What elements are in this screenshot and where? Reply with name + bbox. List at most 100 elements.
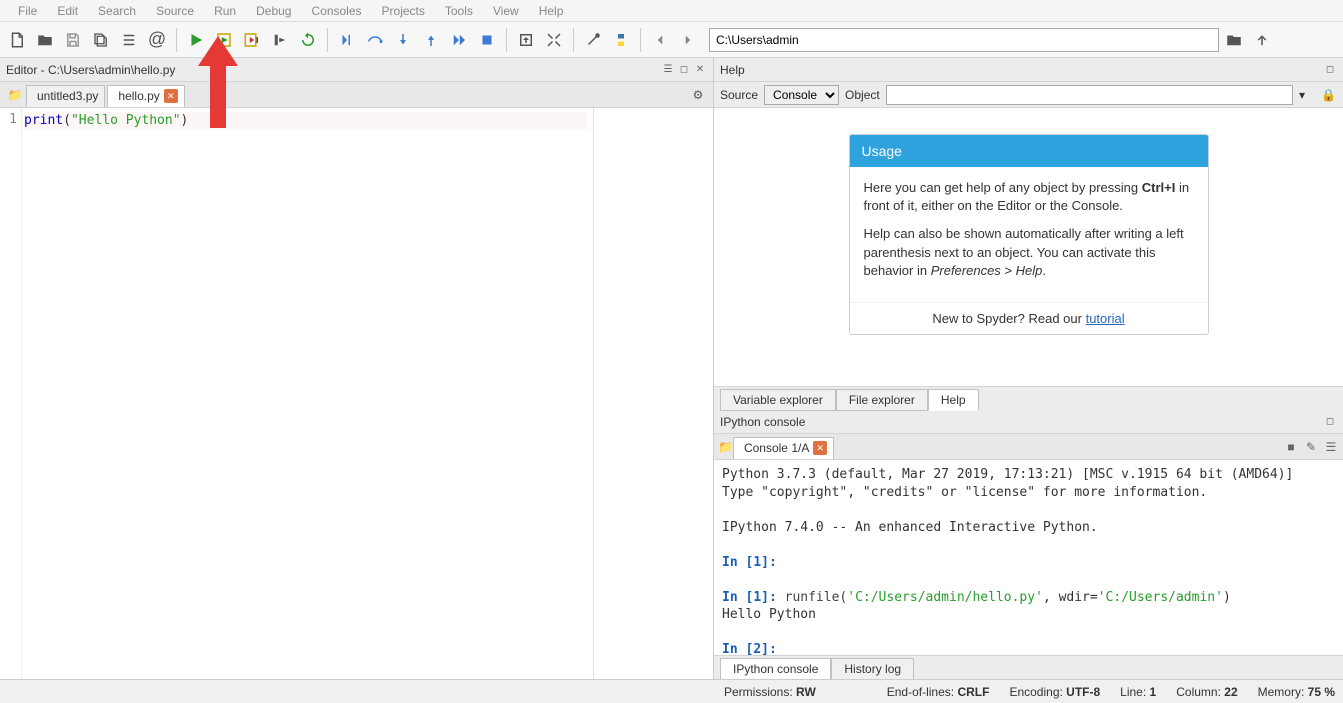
tab-file-explorer[interactable]: File explorer (836, 389, 928, 411)
debug-step-icon[interactable] (334, 27, 360, 53)
source-select[interactable]: Console (764, 85, 839, 105)
tab-history-log[interactable]: History log (831, 658, 914, 680)
status-line: Line: 1 (1120, 685, 1156, 699)
editor-tab-hello[interactable]: hello.py ✕ (107, 85, 184, 107)
help-text-2: Help can also be shown automatically aft… (864, 225, 1194, 280)
toolbar-separator (640, 28, 641, 52)
toolbar-separator (327, 28, 328, 52)
run-cell-advance-icon[interactable] (239, 27, 265, 53)
help-card-title: Usage (850, 135, 1208, 167)
debug-step-in-icon[interactable] (390, 27, 416, 53)
console-options-icon[interactable]: ☰ (1323, 439, 1339, 455)
menu-projects[interactable]: Projects (372, 2, 435, 20)
status-eol: End-of-lines: CRLF (887, 685, 990, 699)
statusbar: Permissions: RW End-of-lines: CRLF Encod… (0, 679, 1343, 703)
menu-view[interactable]: View (483, 2, 529, 20)
menu-help[interactable]: Help (529, 2, 574, 20)
parent-dir-icon[interactable] (1249, 27, 1275, 53)
menu-search[interactable]: Search (88, 2, 146, 20)
help-subtabs: Variable explorer File explorer Help (714, 386, 1343, 410)
close-console-icon[interactable]: ✕ (813, 441, 827, 455)
tab-label: untitled3.py (37, 89, 98, 103)
editor-tab-untitled3[interactable]: untitled3.py (26, 85, 105, 107)
status-column: Column: 22 (1176, 685, 1237, 699)
close-tab-icon[interactable]: ✕ (164, 89, 178, 103)
menu-debug[interactable]: Debug (246, 2, 301, 20)
nav-back-icon[interactable] (647, 27, 673, 53)
source-label: Source (720, 88, 758, 102)
toolbar: @ (0, 22, 1343, 58)
run-cell-icon[interactable] (211, 27, 237, 53)
pane-undock-icon[interactable]: ◻ (677, 63, 691, 77)
debug-continue-icon[interactable] (446, 27, 472, 53)
console-tab-label: Console 1/A (744, 441, 809, 455)
rerun-icon[interactable] (295, 27, 321, 53)
status-encoding: Encoding: UTF-8 (1009, 685, 1100, 699)
help-footer: New to Spyder? Read our tutorial (850, 302, 1208, 334)
debug-stop-icon[interactable] (474, 27, 500, 53)
pane-close-icon[interactable]: ✕ (693, 63, 707, 77)
working-dir-field[interactable] (709, 28, 1219, 52)
help-toolbar: Source Console Object ▾ 🔒 (714, 82, 1343, 108)
menu-source[interactable]: Source (146, 2, 204, 20)
working-dir-input[interactable] (709, 28, 1219, 52)
browse-dir-icon[interactable] (1221, 27, 1247, 53)
help-usage-card: Usage Here you can get help of any objec… (849, 134, 1209, 335)
help-header: Help ◻ (714, 58, 1343, 82)
tab-label: hello.py (118, 89, 159, 103)
debug-step-out-icon[interactable] (418, 27, 444, 53)
console-tab-1a[interactable]: Console 1/A ✕ (733, 437, 834, 459)
menu-edit[interactable]: Edit (47, 2, 88, 20)
debug-step-over-icon[interactable] (362, 27, 388, 53)
save-icon[interactable] (60, 27, 86, 53)
console-tabs: 📁 Console 1/A ✕ ■ ✎ ☰ (714, 434, 1343, 460)
status-memory: Memory: 75 % (1258, 685, 1335, 699)
at-icon[interactable]: @ (144, 27, 170, 53)
pane-undock-icon[interactable]: ◻ (1323, 63, 1337, 77)
run-icon[interactable] (183, 27, 209, 53)
browse-tabs-icon[interactable]: 📁 (4, 84, 26, 106)
new-file-icon[interactable] (4, 27, 30, 53)
help-title: Help (720, 63, 1323, 77)
pane-options-icon[interactable]: ☰ (661, 63, 675, 77)
tutorial-link[interactable]: tutorial (1086, 311, 1125, 326)
code-editor[interactable]: 1 print("Hello Python") (0, 108, 713, 679)
menu-consoles[interactable]: Consoles (301, 2, 371, 20)
editor-header: Editor - C:\Users\admin\hello.py ☰ ◻ ✕ (0, 58, 713, 82)
console-header: IPython console ◻ (714, 410, 1343, 434)
menu-tools[interactable]: Tools (435, 2, 483, 20)
editor-options-icon[interactable]: ⚙ (687, 84, 709, 106)
dropdown-icon[interactable]: ▾ (1299, 88, 1315, 102)
help-text-1: Here you can get help of any object by p… (864, 179, 1194, 215)
console-subtabs: IPython console History log (714, 655, 1343, 679)
browse-console-icon[interactable]: 📁 (718, 440, 733, 454)
menu-run[interactable]: Run (204, 2, 246, 20)
toolbar-separator (573, 28, 574, 52)
run-selection-icon[interactable] (267, 27, 293, 53)
menu-file[interactable]: File (8, 2, 47, 20)
preferences-icon[interactable] (580, 27, 606, 53)
lock-icon[interactable]: 🔒 (1321, 88, 1337, 102)
editor-pane: Editor - C:\Users\admin\hello.py ☰ ◻ ✕ 📁… (0, 58, 714, 679)
console-output[interactable]: Python 3.7.3 (default, Mar 27 2019, 17:1… (714, 460, 1343, 655)
editor-split-view (593, 108, 713, 679)
stop-kernel-icon[interactable]: ■ (1283, 439, 1299, 455)
import-icon[interactable] (513, 27, 539, 53)
python-path-icon[interactable] (608, 27, 634, 53)
save-all-icon[interactable] (88, 27, 114, 53)
clear-console-icon[interactable]: ✎ (1303, 439, 1319, 455)
tab-variable-explorer[interactable]: Variable explorer (720, 389, 836, 411)
list-icon[interactable] (116, 27, 142, 53)
nav-forward-icon[interactable] (675, 27, 701, 53)
maximize-icon[interactable] (541, 27, 567, 53)
pane-undock-icon[interactable]: ◻ (1323, 415, 1337, 429)
toolbar-separator (506, 28, 507, 52)
toolbar-separator (176, 28, 177, 52)
object-input[interactable] (886, 85, 1293, 105)
menubar: File Edit Search Source Run Debug Consol… (0, 0, 1343, 22)
help-body: Usage Here you can get help of any objec… (714, 108, 1343, 386)
tab-ipython-console[interactable]: IPython console (720, 658, 831, 680)
editor-tabs: 📁 untitled3.py hello.py ✕ ⚙ (0, 82, 713, 108)
open-file-icon[interactable] (32, 27, 58, 53)
tab-help[interactable]: Help (928, 389, 979, 411)
